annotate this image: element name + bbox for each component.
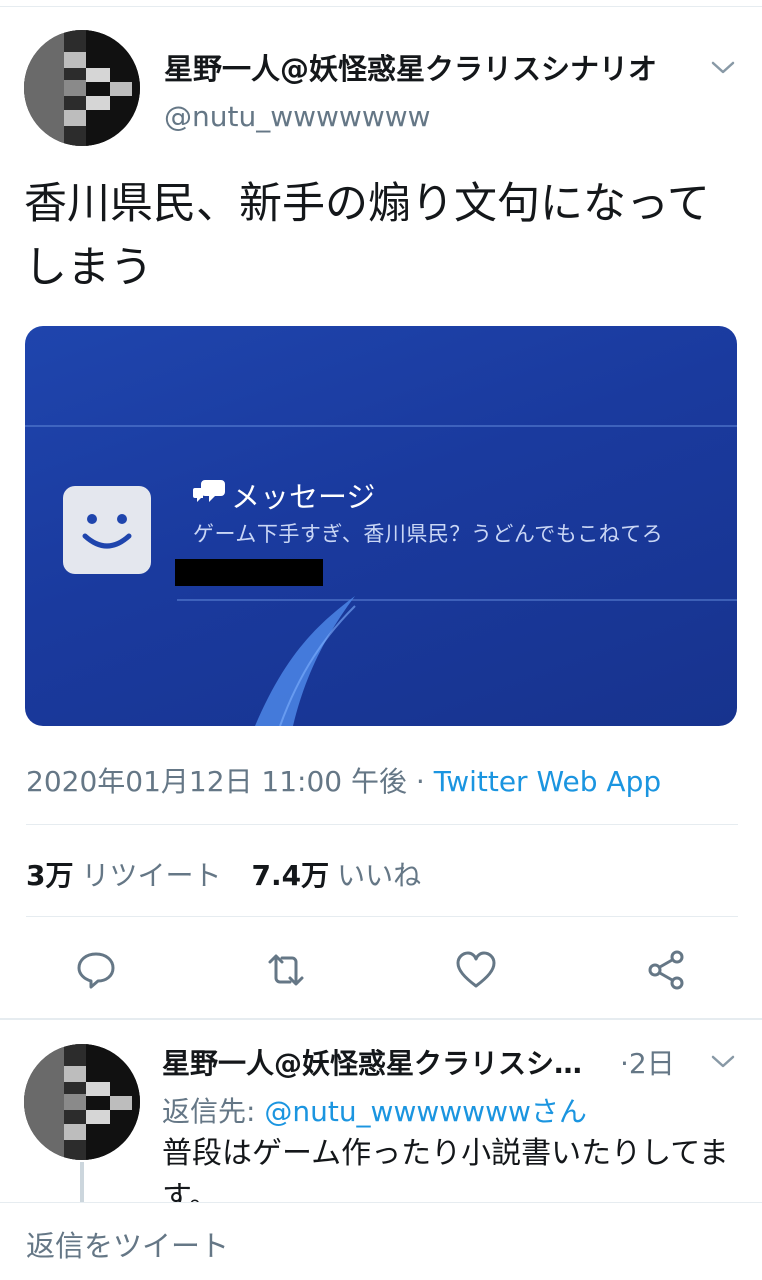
reply-time[interactable]: ·2日 (620, 1042, 675, 1082)
tweet-meta: 2020年01月12日 11:00 午後 · Twitter Web App (26, 760, 661, 800)
tweet-stats: 3万 リツイート 7.4万 いいね (26, 854, 421, 894)
tweet-actions (26, 940, 738, 1000)
reply-icon[interactable] (74, 948, 118, 992)
retweet-stat[interactable]: 3万 リツイート (26, 859, 222, 892)
redaction-bar (175, 559, 323, 586)
avatar-image (24, 30, 140, 146)
author-name[interactable]: 星野一人@妖怪惑星クラリスシナリオ (164, 46, 694, 88)
reply-time-separator: · (620, 1047, 629, 1080)
retweet-count: 3万 (26, 859, 74, 892)
share-icon[interactable] (644, 948, 688, 992)
reply-compose-bar[interactable]: 返信をツイート (0, 1202, 762, 1280)
reply-author-avatar[interactable] (24, 1044, 140, 1160)
reply-time-value: 2日 (628, 1047, 675, 1080)
message-title: メッセージ (231, 480, 376, 514)
author-handle[interactable]: @nutu_wwwwwww (164, 100, 431, 133)
tweet-header: 星野一人@妖怪惑星クラリスシナリオ @nutu_wwwwwww (24, 30, 738, 150)
reply-to-label: 返信先: (162, 1095, 256, 1128)
heart-icon[interactable] (454, 948, 498, 992)
reply-compose-input[interactable]: 返信をツイート (26, 1223, 229, 1265)
avatar-image (24, 1044, 140, 1160)
reply-to-line: 返信先: @nutu_wwwwwwwさん (162, 1090, 587, 1130)
thread-line (80, 1162, 84, 1202)
psn-avatar-icon (63, 486, 151, 574)
meta-separator: · (407, 765, 434, 798)
like-label: いいね (337, 859, 422, 892)
tweet-text: 香川県民、新手の煽り文句になってしまう (24, 179, 710, 293)
divider (26, 916, 738, 917)
chevron-down-icon[interactable] (708, 1046, 738, 1076)
reply-to-mention[interactable]: @nutu_wwwwwwwさん (264, 1095, 587, 1128)
reply-author-name[interactable]: 星野一人@妖怪惑星クラリスシナリオ (162, 1042, 610, 1082)
top-divider (0, 6, 762, 7)
retweet-label: リツイート (81, 859, 222, 892)
retweet-icon[interactable] (264, 948, 308, 992)
divider (26, 824, 738, 825)
author-avatar[interactable] (24, 30, 140, 146)
like-count: 7.4万 (251, 859, 330, 892)
section-divider (0, 1018, 762, 1020)
reply-tweet[interactable]: 星野一人@妖怪惑星クラリスシナリオ ·2日 返信先: @nutu_wwwwwww… (24, 1040, 738, 1202)
tweet-source-link[interactable]: Twitter Web App (434, 765, 661, 798)
like-stat[interactable]: 7.4万 いいね (252, 859, 422, 892)
message-bubble-icon (191, 476, 227, 508)
message-body: ゲーム下手すぎ、香川県民？うどんでもこねてろ (193, 522, 664, 546)
chevron-down-icon[interactable] (708, 52, 738, 82)
reply-text: 普段はゲーム作ったり小説書いたりしてます。 (162, 1136, 729, 1202)
tweet-timestamp[interactable]: 2020年01月12日 11:00 午後 (26, 765, 407, 798)
tweet-media-image[interactable]: メッセージ ゲーム下手すぎ、香川県民？うどんでもこねてろ (25, 326, 737, 726)
